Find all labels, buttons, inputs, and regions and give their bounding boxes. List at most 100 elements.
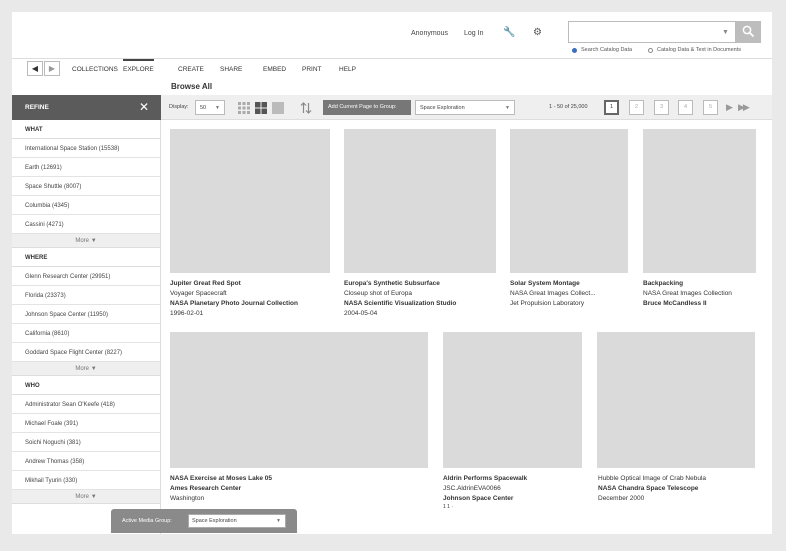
facet-item[interactable]: Florida (23373) bbox=[12, 286, 160, 305]
result-thumbnail[interactable] bbox=[643, 129, 756, 273]
active-media-group-select[interactable]: Space Exploration ▼ bbox=[188, 514, 286, 528]
result-title[interactable]: Backpacking bbox=[643, 280, 683, 287]
tab-share[interactable]: SHARE bbox=[220, 66, 242, 73]
facet-item[interactable]: Administrator Sean O'Keefe (418) bbox=[12, 395, 160, 414]
result-date: 2004-05-04 bbox=[344, 310, 378, 317]
result-subtitle: NASA Great Images Collect... bbox=[510, 290, 596, 297]
facet-item[interactable]: Space Shuttle (8007) bbox=[12, 177, 160, 196]
radio-search-catalog[interactable] bbox=[572, 48, 577, 53]
result-subtitle: JSC.AldrinEVA0066 bbox=[443, 485, 501, 492]
page-5-button[interactable]: 5 bbox=[703, 100, 718, 115]
facet-item[interactable]: Andrew Thomas (358) bbox=[12, 452, 160, 471]
facet-item[interactable]: Soichi Noguchi (381) bbox=[12, 433, 160, 452]
result-thumbnail[interactable] bbox=[170, 129, 330, 273]
forward-button[interactable]: ▶ bbox=[44, 61, 60, 76]
facet-item[interactable]: Glenn Research Center (29951) bbox=[12, 267, 160, 286]
result-date: 1996-02-01 bbox=[170, 310, 204, 317]
result-title[interactable]: Europa's Synthetic Subsurface bbox=[344, 280, 440, 287]
sort-icon[interactable] bbox=[300, 102, 312, 114]
radio-catalog-text-label: Catalog Data & Text in Documents bbox=[657, 47, 741, 53]
login-link[interactable]: Log In bbox=[464, 30, 483, 37]
gear-icon[interactable]: ⚙ bbox=[533, 27, 542, 38]
facet-item[interactable]: Michael Foale (391) bbox=[12, 414, 160, 433]
result-title[interactable]: Solar System Montage bbox=[510, 280, 580, 287]
result-subtitle: Voyager Spacecraft bbox=[170, 290, 227, 297]
top-bar: Anonymous Log In 🔧 ⚙ ▼ Search Catalog Da… bbox=[12, 12, 772, 58]
tab-print[interactable]: PRINT bbox=[302, 66, 322, 73]
page-title: Browse All bbox=[171, 82, 213, 91]
result-thumbnail[interactable] bbox=[170, 332, 428, 468]
result-title[interactable]: Jupiter Great Red Spot bbox=[170, 280, 241, 287]
facet-item[interactable]: Columbia (4345) bbox=[12, 196, 160, 215]
facet-item[interactable]: Johnson Space Center (11950) bbox=[12, 305, 160, 324]
facet-item[interactable]: Earth (12691) bbox=[12, 158, 160, 177]
facet-section-who: WHO bbox=[12, 376, 160, 395]
result-title[interactable]: Hubble Optical Image of Crab Nebula bbox=[598, 475, 706, 482]
display-count-value: 50 bbox=[200, 105, 207, 111]
radio-catalog-text[interactable] bbox=[648, 48, 653, 53]
wrench-icon[interactable]: 🔧 bbox=[503, 27, 515, 38]
display-count-select[interactable]: 50 ▼ bbox=[195, 100, 225, 115]
main-nav: ◀ ▶ COLLECTIONS EXPLORE CREATE SHARE EMB… bbox=[12, 58, 772, 80]
search-button[interactable] bbox=[736, 21, 761, 43]
page-2-button[interactable]: 2 bbox=[629, 100, 644, 115]
result-date: December 2000 bbox=[598, 495, 645, 502]
close-refine-icon[interactable]: ✕ bbox=[139, 100, 149, 114]
facet-section-where: WHERE bbox=[12, 248, 160, 267]
result-collection: NASA Chandra Space Telescope bbox=[598, 485, 699, 492]
group-select[interactable]: Space Exploration ▼ bbox=[415, 100, 515, 115]
result-collection: Jet Propulsion Laboratory bbox=[510, 300, 585, 307]
result-thumbnail[interactable] bbox=[510, 129, 628, 273]
tab-help[interactable]: HELP bbox=[339, 66, 356, 73]
back-arrow-icon: ◀ bbox=[31, 64, 39, 73]
facet-item[interactable]: International Space Station (15538) bbox=[12, 139, 160, 158]
tab-explore[interactable]: EXPLORE bbox=[123, 59, 154, 73]
result-collection: NASA Planetary Photo Journal Collection bbox=[170, 300, 298, 307]
facet-item[interactable]: Mikhail Tyurin (330) bbox=[12, 471, 160, 490]
result-thumbnail[interactable] bbox=[344, 129, 496, 273]
search-input[interactable] bbox=[568, 21, 736, 43]
active-media-group-label: Active Media Group: bbox=[122, 518, 172, 524]
refine-title: REFINE bbox=[25, 104, 49, 111]
app-frame: Anonymous Log In 🔧 ⚙ ▼ Search Catalog Da… bbox=[12, 12, 772, 534]
result-subtitle: NASA Great Images Collection bbox=[643, 290, 732, 297]
add-page-to-group-button[interactable]: Add Current Page to Group: bbox=[323, 100, 411, 115]
search-dropdown-icon[interactable]: ▼ bbox=[722, 29, 729, 36]
page-1-button[interactable]: 1 bbox=[604, 100, 619, 115]
result-extra: 1 1 · bbox=[443, 504, 454, 510]
result-title[interactable]: Aldrin Performs Spacewalk bbox=[443, 475, 527, 482]
more-where-button[interactable]: More ▼ bbox=[12, 362, 160, 376]
more-label: More bbox=[75, 366, 90, 372]
result-thumbnail[interactable] bbox=[597, 332, 755, 468]
small-grid-view-icon[interactable] bbox=[238, 102, 250, 114]
more-label: More bbox=[75, 238, 90, 244]
large-grid-view-icon[interactable] bbox=[255, 102, 267, 114]
more-what-button[interactable]: More ▼ bbox=[12, 234, 160, 248]
tab-create[interactable]: CREATE bbox=[178, 66, 204, 73]
facet-item[interactable]: Goddard Space Flight Center (8227) bbox=[12, 343, 160, 362]
chevron-down-icon: ▼ bbox=[90, 238, 97, 244]
result-thumbnail[interactable] bbox=[443, 332, 582, 468]
result-title[interactable]: NASA Exercise at Moses Lake 05 bbox=[170, 475, 272, 482]
tab-embed[interactable]: EMBED bbox=[263, 66, 286, 73]
single-view-icon[interactable] bbox=[272, 102, 284, 114]
more-who-button[interactable]: More ▼ bbox=[12, 490, 160, 504]
chevron-down-icon: ▼ bbox=[215, 105, 220, 111]
anonymous-user: Anonymous bbox=[411, 30, 448, 37]
page-4-button[interactable]: 4 bbox=[678, 100, 693, 115]
tab-collections[interactable]: COLLECTIONS bbox=[72, 66, 118, 73]
next-page-icon[interactable]: ▶ bbox=[726, 102, 733, 113]
facet-item[interactable]: Cassini (4271) bbox=[12, 215, 160, 234]
back-button[interactable]: ◀ bbox=[27, 61, 43, 76]
page-3-button[interactable]: 3 bbox=[654, 100, 669, 115]
results-range: 1 - 50 of 25,000 bbox=[549, 104, 588, 110]
radio-search-catalog-label: Search Catalog Data bbox=[581, 47, 633, 53]
result-collection: Bruce McCandless II bbox=[643, 300, 707, 307]
active-media-group-bar: Active Media Group: Space Exploration ▼ bbox=[111, 509, 297, 533]
results-toolbar: Display: 50 ▼ Add Current Page to Group:… bbox=[161, 95, 772, 120]
last-page-icon[interactable]: ▶▶ bbox=[738, 102, 750, 113]
facet-section-what: WHAT bbox=[12, 120, 160, 139]
result-collection: Johnson Space Center bbox=[443, 495, 514, 502]
result-location: Washington bbox=[170, 495, 205, 502]
facet-item[interactable]: California (8610) bbox=[12, 324, 160, 343]
